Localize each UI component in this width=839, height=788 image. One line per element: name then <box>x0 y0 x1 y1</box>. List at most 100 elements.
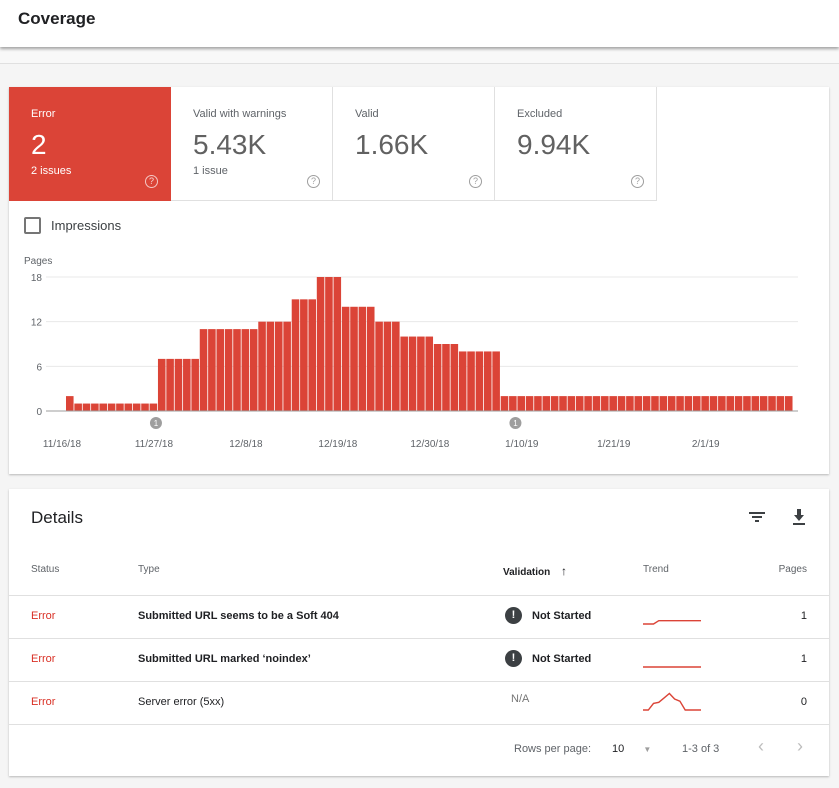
table-row[interactable]: Error Submitted URL marked ‘noindex’ ! N… <box>9 638 829 681</box>
bar <box>216 329 225 411</box>
table-row[interactable]: Error Server error (5xx) N/A 0 <box>9 681 829 724</box>
x-tick-label: 1/21/19 <box>597 439 631 450</box>
table-row[interactable]: Error Submitted URL seems to be a Soft 4… <box>9 595 829 638</box>
bar <box>124 403 133 411</box>
sort-arrow-up-icon: ↑ <box>561 564 568 578</box>
bars <box>66 277 793 411</box>
validation-header-label: Validation <box>503 567 551 578</box>
tile-excluded[interactable]: Excluded 9.94K ? <box>495 87 657 201</box>
bar <box>709 396 718 411</box>
bar <box>91 403 99 411</box>
bar <box>492 351 500 411</box>
bar <box>308 299 316 411</box>
column-header-trend[interactable]: Trend <box>643 564 669 575</box>
validation-status: Not Started <box>532 652 592 665</box>
sub-bar <box>0 47 839 64</box>
x-tick-label: 11/27/18 <box>135 439 174 450</box>
bar <box>768 396 776 411</box>
validation-status: Not Started <box>532 609 592 622</box>
coverage-chart: Pages 061218 11/16/18 11/27/18 12/8/18 12/1… <box>24 256 798 450</box>
sparkline-path <box>643 620 701 625</box>
bar <box>475 351 484 411</box>
bar <box>99 403 107 411</box>
bar <box>550 396 559 411</box>
table-footer: Rows per page: 10 ▼ 1-3 of 3 ‹ › <box>9 724 829 776</box>
details-title: Details <box>31 508 83 527</box>
column-header-validation[interactable]: Validation ↑ <box>503 564 567 578</box>
bar <box>642 396 651 411</box>
x-tick-label: 12/30/18 <box>410 439 449 450</box>
bar <box>199 329 208 411</box>
bar <box>266 321 275 411</box>
y-tick-label: 18 <box>31 273 43 284</box>
bar <box>74 403 82 411</box>
bar <box>676 396 684 411</box>
dropdown-arrow-icon: ▼ <box>643 745 652 754</box>
bar <box>149 403 158 411</box>
bar <box>467 351 475 411</box>
download-icon[interactable] <box>789 507 809 527</box>
trend-sparkline <box>643 620 701 625</box>
tile-value: 9.94K <box>517 129 591 160</box>
row-validation: N/A <box>505 693 529 705</box>
impressions-checkbox[interactable] <box>24 217 41 234</box>
pagination-range: 1-3 of 3 <box>682 743 720 755</box>
impressions-toggle[interactable]: Impressions <box>24 217 121 234</box>
trend-sparkline <box>643 666 701 668</box>
bar <box>667 396 676 411</box>
bar <box>82 403 91 411</box>
row-pages: 1 <box>800 610 807 622</box>
x-ticks: 11/16/18 11/27/18 12/8/18 12/19/18 12/30/18 1… <box>43 439 720 450</box>
column-header-type[interactable]: Type <box>138 564 160 575</box>
rows-per-page-label: Rows per page: <box>514 743 592 755</box>
bar <box>718 396 726 411</box>
bar <box>534 396 542 411</box>
rows-per-page-value: 10 <box>612 743 625 755</box>
row-status: Error <box>31 610 56 622</box>
x-tick-label: 12/19/18 <box>318 439 357 450</box>
column-header-pages[interactable]: Pages <box>779 564 807 575</box>
help-icon[interactable]: ? <box>307 175 320 188</box>
bar <box>659 396 668 411</box>
validation-status: N/A <box>511 693 530 705</box>
alert-icon: ! <box>505 607 522 624</box>
bar <box>601 396 609 411</box>
filter-icon[interactable] <box>747 507 767 527</box>
page-title: Coverage <box>18 9 96 28</box>
alert-icon: ! <box>505 650 522 667</box>
tile-valid-with-warnings[interactable]: Valid with warnings 5.43K 1 issue ? <box>171 87 333 201</box>
rows-per-page-select[interactable]: 10 ▼ <box>612 743 651 755</box>
help-icon[interactable]: ? <box>469 175 482 188</box>
bar <box>375 321 383 411</box>
bar <box>575 396 584 411</box>
bar <box>776 396 785 411</box>
y-tick-label: 0 <box>36 407 42 418</box>
help-icon[interactable]: ? <box>145 175 158 188</box>
top-bar: Coverage <box>0 0 839 47</box>
tile-error[interactable]: Error 2 2 issues ? <box>9 87 171 201</box>
bar <box>283 321 291 411</box>
help-icon[interactable]: ? <box>631 175 644 188</box>
bar <box>333 277 342 411</box>
next-page-button[interactable]: › <box>797 736 803 757</box>
bar <box>233 329 241 411</box>
bar <box>450 344 459 411</box>
bar <box>291 299 300 411</box>
sparkline-path <box>643 692 701 711</box>
bar <box>383 321 392 411</box>
bar <box>484 351 492 411</box>
row-pages: 0 <box>800 696 807 708</box>
bar <box>107 403 116 411</box>
prev-page-button[interactable]: ‹ <box>758 736 764 757</box>
bar <box>634 396 643 411</box>
bar <box>300 299 308 411</box>
bar <box>408 336 417 411</box>
tile-valid[interactable]: Valid 1.66K ? <box>333 87 495 201</box>
annotation-label: 1 <box>154 419 159 428</box>
row-type: Submitted URL seems to be a Soft 404 <box>138 610 339 622</box>
bar <box>693 396 701 411</box>
bar <box>350 306 358 411</box>
column-header-status[interactable]: Status <box>31 564 59 575</box>
x-tick-label: 1/10/19 <box>505 439 539 450</box>
bar <box>417 336 425 411</box>
